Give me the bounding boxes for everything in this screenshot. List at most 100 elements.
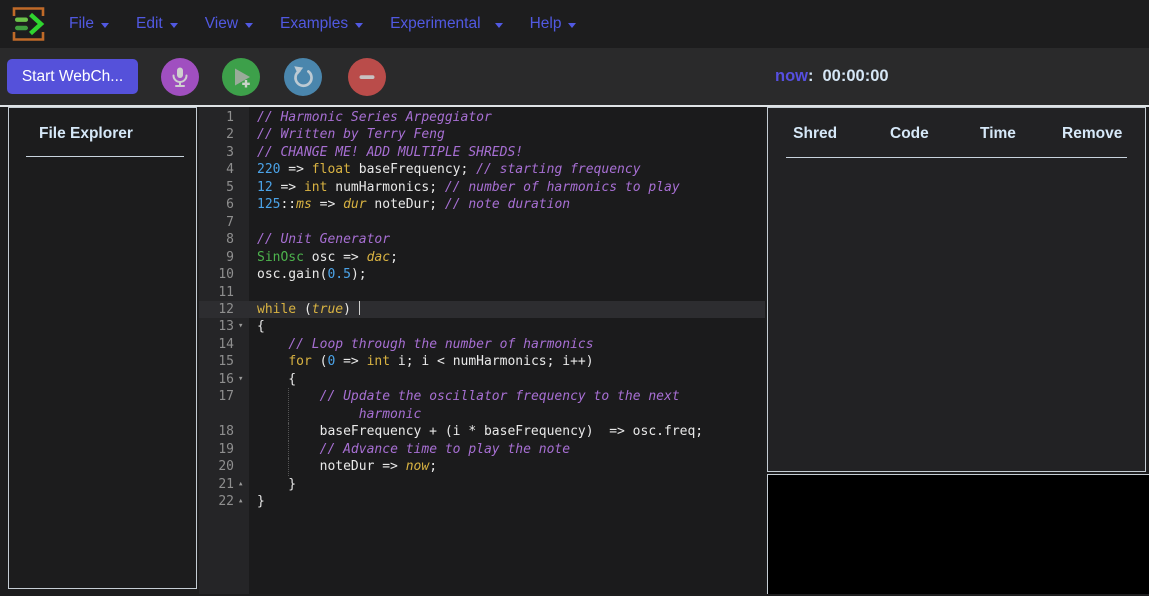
shred-table-divider	[786, 157, 1127, 158]
menu-edit-label: Edit	[136, 15, 163, 33]
gutter: 17	[199, 388, 249, 423]
now-label: now	[775, 67, 808, 86]
code-text: {	[249, 371, 765, 388]
code-column-header: Code	[862, 125, 956, 143]
chevron-down-icon	[101, 23, 109, 28]
fold-spacer	[236, 388, 249, 423]
gutter: 11	[199, 284, 249, 301]
code-line-16[interactable]: 16▾ {	[199, 371, 765, 388]
code-text: // Unit Generator	[249, 231, 765, 248]
code-text	[249, 214, 765, 231]
menu-examples[interactable]: Examples	[280, 15, 363, 33]
fold-spacer	[236, 144, 249, 161]
code-line-20[interactable]: 20 noteDur => now;	[199, 458, 765, 475]
line-number: 10	[199, 266, 236, 283]
fold-spacer	[236, 441, 249, 458]
code-line-6[interactable]: 6125::ms => dur noteDur; // note duratio…	[199, 196, 765, 213]
minus-icon	[355, 65, 379, 89]
code-line-4[interactable]: 4220 => float baseFrequency; // starting…	[199, 161, 765, 178]
code-text: SinOsc osc => dac;	[249, 249, 765, 266]
gutter: 7	[199, 214, 249, 231]
fold-close-icon[interactable]: ▴	[236, 493, 249, 510]
gutter: 18	[199, 423, 249, 440]
gutter: 8	[199, 231, 249, 248]
code-line-1[interactable]: 1 // Harmonic Series Arpeggiator	[199, 109, 765, 126]
line-number: 11	[199, 284, 236, 301]
menu-view[interactable]: View	[205, 15, 253, 33]
fold-spacer	[236, 336, 249, 353]
code-line-18[interactable]: 18 baseFrequency + (i * baseFrequency) =…	[199, 423, 765, 440]
code-text: // Harmonic Series Arpeggiator	[249, 109, 765, 126]
chevron-down-icon	[355, 23, 363, 28]
code-line-17[interactable]: 17 // Update the oscillator frequency to…	[199, 388, 765, 423]
line-number: 7	[199, 214, 236, 231]
code-line-10[interactable]: 10 osc.gain(0.5);	[199, 266, 765, 283]
fold-spacer	[236, 423, 249, 440]
code-text: // Written by Terry Feng	[249, 126, 765, 143]
code-line-7[interactable]: 7	[199, 214, 765, 231]
code-text: {	[249, 318, 765, 335]
code-text	[249, 284, 765, 301]
line-number: 13	[199, 318, 236, 335]
menu-edit[interactable]: Edit	[136, 15, 178, 33]
gutter: 19	[199, 441, 249, 458]
chuck-time-display: now:00:00:00	[775, 48, 889, 105]
menu-bar: File Edit View Examples Experimental Hel…	[0, 0, 1149, 48]
code-line-3[interactable]: 3// CHANGE ME! ADD MULTIPLE SHREDS!	[199, 144, 765, 161]
code-line-21[interactable]: 21▴ }	[199, 476, 765, 493]
code-line-19[interactable]: 19 // Advance time to play the note	[199, 441, 765, 458]
code-line-14[interactable]: 14 // Loop through the number of harmoni…	[199, 336, 765, 353]
microphone-button[interactable]	[161, 58, 199, 96]
code-line-5[interactable]: 512 => int numHarmonics; // number of ha…	[199, 179, 765, 196]
menu-examples-label: Examples	[280, 15, 348, 33]
fold-spacer	[236, 231, 249, 248]
gutter: 16▾	[199, 371, 249, 388]
visualizer-canvas	[767, 474, 1149, 594]
fold-open-icon[interactable]: ▾	[236, 318, 249, 335]
start-webchuck-button[interactable]: Start WebCh...	[7, 59, 138, 94]
code-line-22[interactable]: 22▴}	[199, 493, 765, 510]
gutter: 5	[199, 179, 249, 196]
shred-table-panel: Shred Code Time Remove	[767, 107, 1146, 472]
chevron-down-icon	[245, 23, 253, 28]
line-number: 19	[199, 441, 236, 458]
code-line-2[interactable]: 2 // Written by Terry Feng	[199, 126, 765, 143]
add-shred-button[interactable]	[222, 58, 260, 96]
menu-view-label: View	[205, 15, 238, 33]
code-line-12[interactable]: 12while (true)	[199, 301, 765, 318]
code-line-11[interactable]: 11	[199, 284, 765, 301]
code-text: // Advance time to play the note	[249, 441, 765, 458]
code-line-8[interactable]: 8// Unit Generator	[199, 231, 765, 248]
code-editor[interactable]: 1 // Harmonic Series Arpeggiator 2 // Writt…	[199, 107, 765, 594]
line-number: 20	[199, 458, 236, 475]
menu-file[interactable]: File	[69, 15, 109, 33]
now-colon: :	[808, 67, 814, 86]
line-number: 2	[199, 126, 236, 143]
remove-shred-button[interactable]	[348, 58, 386, 96]
code-line-15[interactable]: 15 for (0 => int i; i < numHarmonics; i+…	[199, 353, 765, 370]
gutter: 10	[199, 266, 249, 283]
file-explorer-divider	[26, 156, 184, 157]
main-menu: File Edit View Examples Experimental Hel…	[69, 15, 576, 33]
fold-close-icon[interactable]: ▴	[236, 476, 249, 493]
line-number: 22	[199, 493, 236, 510]
fold-spacer	[236, 196, 249, 213]
fold-spacer	[236, 179, 249, 196]
code-line-13[interactable]: 13▾{	[199, 318, 765, 335]
gutter: 9	[199, 249, 249, 266]
gutter: 13▾	[199, 318, 249, 335]
time-column-header: Time	[957, 125, 1040, 143]
code-line-9[interactable]: 9 SinOsc osc => dac;	[199, 249, 765, 266]
code-text: osc.gain(0.5);	[249, 266, 765, 283]
replace-shred-button[interactable]	[284, 58, 322, 96]
menu-help[interactable]: Help	[530, 15, 577, 33]
code-text: // CHANGE ME! ADD MULTIPLE SHREDS!	[249, 144, 765, 161]
line-number: 9	[199, 249, 236, 266]
menu-experimental[interactable]: Experimental	[390, 15, 502, 33]
fold-open-icon[interactable]: ▾	[236, 371, 249, 388]
code-text: while (true)	[249, 301, 765, 318]
code-text: 220 => float baseFrequency; // starting …	[249, 161, 765, 178]
remove-column-header: Remove	[1039, 125, 1145, 143]
code-text: // Update the oscillator frequency to th…	[249, 388, 765, 423]
line-number: 1	[199, 109, 236, 126]
